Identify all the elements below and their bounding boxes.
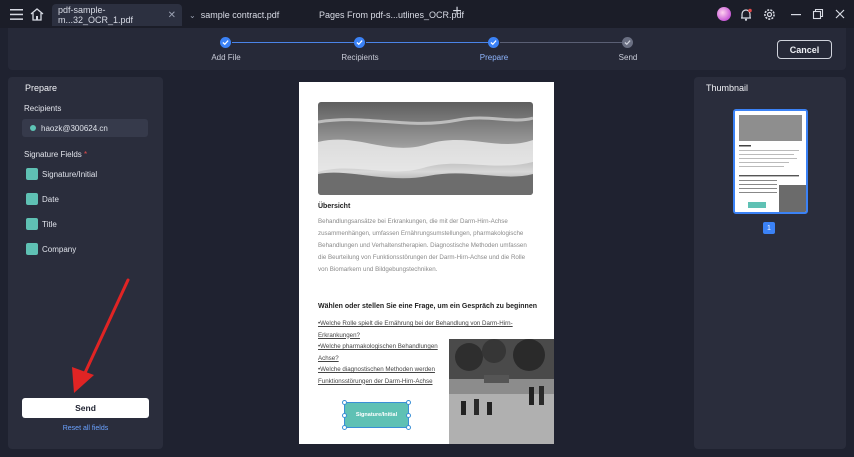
menu-icon[interactable] [8,6,24,22]
step-connector [500,42,628,43]
send-button[interactable]: Send [22,398,149,418]
step-connector [232,42,360,43]
signature-fields-text: Signature Fields [24,150,82,159]
question-heading: Wählen oder stellen Sie eine Frage, um e… [318,303,537,310]
annotation-arrow-icon [72,278,130,393]
step-label-recipients: Recipients [341,53,379,62]
tab-label: pdf-sample-m...32_OCR_1.pdf [58,5,134,25]
gear-icon[interactable] [761,6,777,22]
step-send-check-icon [622,37,633,48]
step-label-send: Send [618,53,638,62]
resize-handle[interactable] [406,400,411,405]
thumbnail-title: Thumbnail [706,83,749,93]
recipient-color-dot [30,125,36,131]
cancel-button[interactable]: Cancel [777,40,832,59]
close-window-icon[interactable] [832,6,848,22]
signature-fields-label: Signature Fields * [24,150,87,159]
resize-handle[interactable] [342,413,347,418]
recipients-label: Recipients [24,104,62,113]
resize-handle[interactable] [342,425,347,430]
step-add-file-check-icon [220,37,231,48]
step-connector [366,42,494,43]
resize-handle[interactable] [406,413,411,418]
reset-all-fields-link[interactable]: Reset all fields [8,425,163,432]
recipient-item[interactable]: haozk@300624.cn [22,119,148,137]
tab-pdf-sample[interactable]: pdf-sample-m...32_OCR_1.pdf ✕ [52,4,182,26]
page-number-badge[interactable]: 1 [763,222,775,234]
field-signature-initial[interactable]: Signature/Initial [26,168,97,180]
section-paragraph: Behandlungsansätze bei Erkrankungen, die… [318,218,527,273]
document-page[interactable]: Übersicht Behandlungsansätze bei Erkrank… [299,82,554,444]
children-beach-image [449,339,554,444]
minimize-icon[interactable] [788,6,804,22]
field-swatch [26,168,38,180]
step-label-add-file: Add File [211,53,241,62]
step-recipients-check-icon [354,37,365,48]
home-icon[interactable] [29,6,45,22]
title-bar: pdf-sample-m...32_OCR_1.pdf ✕ ⌄ sample c… [0,0,854,28]
signature-field-placeholder[interactable]: Signature/Initial [342,400,411,430]
chevron-down-icon: ⌄ [189,10,196,20]
field-label: Title [42,219,57,229]
avatar[interactable] [717,7,731,21]
bell-icon[interactable] [738,6,754,22]
field-company[interactable]: Company [26,243,76,255]
field-label: Date [42,194,59,204]
recipient-email: haozk@300624.cn [41,123,108,133]
tab-label: Pages From pdf-s...utlines_OCR.pdf [319,10,465,20]
field-label: Signature/Initial [42,169,98,179]
tab-pages-from[interactable]: Pages From pdf-s...utlines_OCR.pdf [319,4,464,26]
field-swatch [26,243,38,255]
restore-icon[interactable] [810,6,826,22]
close-icon[interactable]: ✕ [168,10,176,21]
question-link[interactable]: •Welche pharmakologischen Behandlungen A… [318,341,458,364]
field-title[interactable]: Title [26,218,57,230]
field-swatch [26,218,38,230]
step-prepare-check-icon [488,37,499,48]
signature-field-label: Signature/Initial [355,412,398,418]
question-link[interactable]: •Welche diagnostischen Methoden werden F… [318,364,458,387]
panel-title: Prepare [25,83,58,93]
field-label: Company [42,244,77,254]
plus-icon[interactable]: + [449,3,465,20]
ocean-wave-image [318,102,533,195]
progress-stepper: Add File Recipients Prepare Send [8,28,846,70]
tab-label: sample contract.pdf [200,10,280,20]
tab-sample-contract[interactable]: ⌄ sample contract.pdf [189,4,279,26]
section-heading: Übersicht [318,203,351,210]
step-label-prepare: Prepare [479,53,509,62]
field-date[interactable]: Date [26,193,59,205]
page-thumbnail[interactable] [733,109,808,214]
field-swatch [26,193,38,205]
thumbnail-panel: Thumbnail 1 [694,77,846,449]
required-mark: * [84,150,88,159]
resize-handle[interactable] [342,400,347,405]
question-link[interactable]: •Welche Rolle spielt die Ernährung bei d… [318,318,536,341]
resize-handle[interactable] [406,425,411,430]
